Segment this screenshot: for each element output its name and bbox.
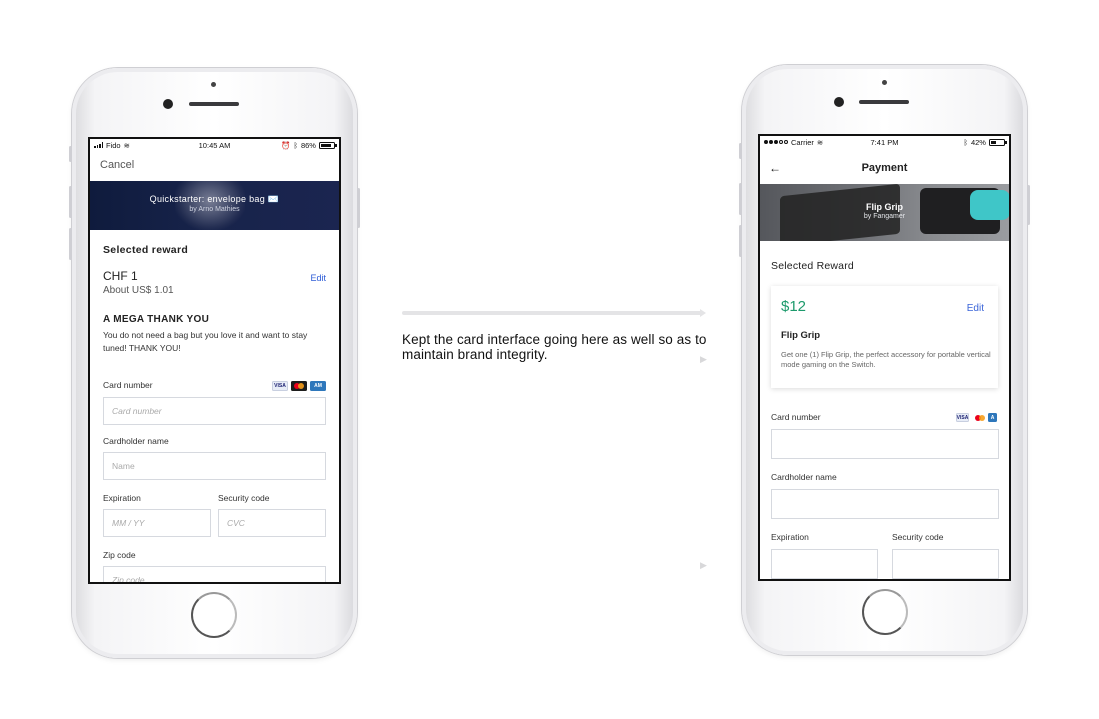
home-button[interactable] (191, 592, 237, 638)
carrier-name: Fido (106, 140, 121, 150)
edit-reward-link[interactable]: Edit (310, 273, 326, 283)
signal-icon (764, 140, 788, 144)
cardholder-name-label: Cardholder name (771, 472, 837, 482)
bluetooth-icon: ᛒ (963, 137, 968, 147)
project-title: Quickstarter: envelope bag ✉️ (149, 194, 280, 204)
selected-reward-heading: Selected Reward (771, 260, 854, 272)
battery-percent: 86% (300, 140, 316, 150)
visa-icon: VISA (956, 413, 969, 422)
reward-description: You do not need a bag but you love it an… (103, 330, 308, 353)
reward-amount: CHF 1 (103, 269, 138, 283)
visa-icon: VISA (272, 381, 288, 391)
expiration-input[interactable] (771, 549, 878, 579)
reward-card: $12 Edit Flip Grip Get one (1) Flip Grip… (771, 286, 998, 388)
reward-title: A MEGA THANK YOU (103, 314, 210, 325)
alarm-icon: ⏰ (281, 140, 291, 150)
edit-reward-link[interactable]: Edit (967, 303, 984, 314)
carrier-name: Carrier (791, 137, 814, 147)
status-bar: Fido ≋ 10:45 AM ⏰ ᛒ 86% (90, 139, 339, 151)
right-screen: Carrier ≋ 7:41 PM ᛒ 42% ← Payment Flip G… (758, 134, 1011, 581)
wifi-icon: ≋ (816, 137, 824, 147)
mastercard-icon (291, 381, 307, 391)
battery-icon (988, 138, 1007, 146)
project-banner: Flip Grip by Fangamer (760, 184, 1009, 241)
bluetooth-icon: ᛒ (293, 140, 298, 150)
sensor-dot (211, 82, 216, 87)
accepted-cards: VISA A (956, 413, 997, 422)
card-number-input[interactable]: Card number (103, 397, 326, 425)
arrow-connector (402, 309, 706, 317)
chevron-right-icon: ▶ (700, 560, 707, 570)
reward-amount: $12 (781, 298, 807, 315)
wifi-icon: ≋ (123, 140, 130, 150)
selected-reward-heading: Selected reward (103, 244, 189, 256)
annotation-caption: Kept the card interface going here as we… (402, 332, 707, 362)
front-camera (834, 97, 844, 107)
card-number-label: Card number (771, 412, 821, 422)
amex-icon: AM (310, 381, 326, 391)
accepted-cards: VISA AM (272, 381, 326, 391)
cardholder-name-label: Cardholder name (103, 436, 169, 446)
status-time: 7:41 PM (870, 137, 899, 147)
security-code-input[interactable] (892, 549, 999, 579)
status-time: 10:45 AM (198, 140, 231, 150)
sensor-dot (882, 80, 887, 85)
left-phone: Fido ≋ 10:45 AM ⏰ ᛒ 86% Cancel Quickstar… (69, 68, 360, 658)
project-title: Flip Grip (866, 202, 903, 212)
zip-code-input[interactable]: Zip code (103, 566, 326, 582)
security-code-label: Security code (892, 532, 944, 542)
amex-icon: A (988, 413, 997, 422)
cancel-button[interactable]: Cancel (100, 159, 134, 171)
left-screen: Fido ≋ 10:45 AM ⏰ ᛒ 86% Cancel Quickstar… (88, 137, 341, 584)
battery-percent: 42% (970, 137, 986, 147)
cardholder-name-input[interactable] (771, 489, 999, 519)
speaker (189, 102, 239, 106)
signal-icon (94, 142, 103, 148)
page-title: Payment (861, 162, 908, 174)
expiration-label: Expiration (103, 493, 141, 503)
expiration-label: Expiration (771, 532, 809, 542)
mastercard-icon (972, 413, 985, 422)
battery-icon (318, 141, 337, 149)
home-button[interactable] (862, 589, 908, 635)
security-code-input[interactable]: CVC (218, 509, 326, 537)
reward-description: Get one (1) Flip Grip, the perfect acces… (781, 350, 991, 369)
zip-code-label: Zip code (103, 550, 136, 560)
reward-amount-converted: About US$ 1.01 (103, 285, 174, 296)
project-creator: by Arno Mathies (189, 206, 240, 213)
front-camera (163, 99, 173, 109)
speaker (859, 100, 909, 104)
expiration-input[interactable]: MM / YY (103, 509, 211, 537)
project-creator: by Fangamer (863, 213, 906, 220)
project-banner: Quickstarter: envelope bag ✉️ by Arno Ma… (90, 181, 339, 230)
card-number-input[interactable] (771, 429, 999, 459)
cardholder-name-input[interactable]: Name (103, 452, 326, 480)
right-phone: Carrier ≋ 7:41 PM ᛒ 42% ← Payment Flip G… (739, 65, 1030, 655)
security-code-label: Security code (218, 493, 270, 503)
chevron-right-icon: ▶ (700, 354, 707, 364)
card-number-label: Card number (103, 380, 153, 390)
reward-title: Flip Grip (781, 330, 821, 341)
status-bar: Carrier ≋ 7:41 PM ᛒ 42% (760, 136, 1009, 148)
